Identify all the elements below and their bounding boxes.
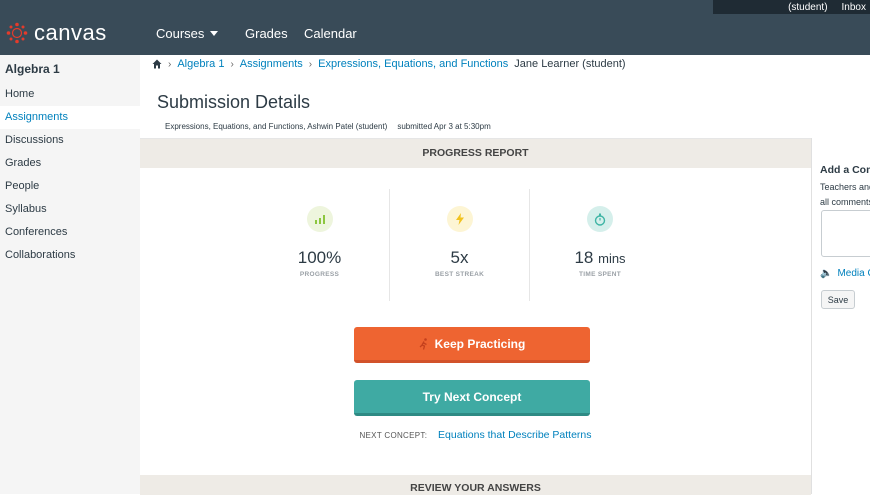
- nav-grades-label: Grades: [245, 26, 288, 41]
- try-next-concept-label: Try Next Concept: [422, 389, 522, 404]
- inbox-link[interactable]: Inbox: [842, 2, 866, 13]
- lightning-icon: [446, 206, 473, 232]
- comment-textarea[interactable]: [821, 210, 870, 257]
- next-concept-label: NEXT CONCEPT:: [359, 431, 428, 440]
- canvas-logo-icon: [6, 22, 28, 44]
- nav-grades[interactable]: Grades: [245, 26, 304, 41]
- breadcrumb-assignments[interactable]: Assignments: [240, 58, 303, 70]
- try-next-concept-button[interactable]: Try Next Concept: [354, 380, 590, 416]
- stat-progress-label: PROGRESS: [299, 271, 340, 278]
- home-icon[interactable]: [152, 59, 162, 69]
- global-nav: Courses Grades Calendar: [156, 26, 357, 41]
- nav-courses-label: Courses: [156, 26, 205, 41]
- keep-practicing-button[interactable]: Keep Practicing: [354, 327, 590, 363]
- progress-report-panel: PROGRESS REPORT 100% PROGRESS 5x BEST ST…: [140, 138, 811, 495]
- user-strip: (student) Inbox: [713, 0, 870, 14]
- chevron-down-icon: [210, 31, 219, 36]
- stopwatch-icon: [587, 206, 614, 232]
- nav-calendar[interactable]: Calendar: [304, 26, 357, 41]
- bar-chart-icon: [306, 206, 333, 232]
- save-comment-button[interactable]: Save: [821, 290, 855, 309]
- global-header: (student) Inbox canvas Courses Grades Ca…: [0, 0, 870, 55]
- comment-panel: Add a Comment Teachers and students see …: [811, 138, 870, 494]
- chevron-right-icon: ›: [230, 58, 234, 70]
- breadcrumb-course[interactable]: Algebra 1: [177, 58, 224, 70]
- stat-time-number: 18: [574, 248, 594, 267]
- sidebar-item-home[interactable]: Home: [0, 83, 140, 106]
- chevron-right-icon: ›: [308, 58, 313, 70]
- stat-progress: 100% PROGRESS: [250, 189, 391, 301]
- stat-time-value: 18 mins: [530, 248, 670, 268]
- nav-courses[interactable]: Courses: [156, 26, 245, 41]
- stat-streak-label: BEST STREAK: [434, 271, 485, 278]
- user-name[interactable]: (student): [788, 2, 827, 13]
- add-comment-title: Add a Comment: [820, 164, 870, 176]
- course-title[interactable]: Algebra 1: [0, 55, 140, 83]
- review-answers-heading: REVIEW YOUR ANSWERS: [140, 475, 811, 495]
- stat-time-spent: 18 mins TIME SPENT: [530, 189, 670, 301]
- media-comment-label: Media Comment: [837, 268, 870, 279]
- stats-row: 100% PROGRESS 5x BEST STREAK 18 mins TIM…: [250, 189, 670, 301]
- breadcrumb: › Algebra 1 › Assignments › Expressions,…: [152, 58, 626, 70]
- submission-time: submitted Apr 3 at 5:30pm: [397, 122, 491, 131]
- next-concept: NEXT CONCEPT: Equations that Describe Pa…: [140, 429, 811, 441]
- stat-time-unit: mins: [598, 251, 626, 266]
- course-sidebar: Algebra 1 Home Assignments Discussions G…: [0, 55, 140, 494]
- running-icon: [419, 337, 427, 350]
- keep-practicing-label: Keep Practicing: [434, 336, 526, 351]
- progress-report-heading: PROGRESS REPORT: [140, 139, 811, 168]
- next-concept-link[interactable]: Equations that Describe Patterns: [438, 429, 592, 441]
- sidebar-item-conferences[interactable]: Conferences: [0, 221, 140, 244]
- page-title: Submission Details: [157, 92, 311, 112]
- submission-assignment-student: Expressions, Equations, and Functions, A…: [165, 122, 388, 131]
- stat-progress-value: 100%: [297, 248, 342, 267]
- breadcrumb-assignment[interactable]: Expressions, Equations, and Functions: [318, 58, 508, 70]
- sidebar-item-syllabus[interactable]: Syllabus: [0, 198, 140, 221]
- sidebar-item-grades[interactable]: Grades: [0, 152, 140, 175]
- comment-visibility-line2: all comments: [820, 197, 870, 207]
- stat-best-streak: 5x BEST STREAK: [390, 189, 531, 301]
- chevron-right-icon: ›: [168, 58, 172, 70]
- sidebar-item-discussions[interactable]: Discussions: [0, 129, 140, 152]
- sidebar-item-assignments[interactable]: Assignments: [0, 106, 140, 129]
- speaker-icon: 🔈: [820, 268, 833, 279]
- sidebar-item-people[interactable]: People: [0, 175, 140, 198]
- submission-meta: Expressions, Equations, and Functions, A…: [165, 122, 491, 131]
- brand-name: canvas: [34, 20, 107, 45]
- nav-calendar-label: Calendar: [304, 26, 357, 41]
- comment-visibility-line1: Teachers and students see: [820, 182, 870, 192]
- sidebar-item-collaborations[interactable]: Collaborations: [0, 244, 140, 267]
- comment-visibility-text: Teachers and students see all comments: [820, 180, 870, 210]
- stat-time-label: TIME SPENT: [579, 271, 622, 278]
- canvas-logo[interactable]: canvas: [6, 20, 107, 46]
- media-comment-link[interactable]: 🔈 Media Comment: [820, 268, 870, 279]
- stat-streak-value: 5x: [450, 248, 469, 267]
- breadcrumb-current: Jane Learner (student): [514, 58, 626, 70]
